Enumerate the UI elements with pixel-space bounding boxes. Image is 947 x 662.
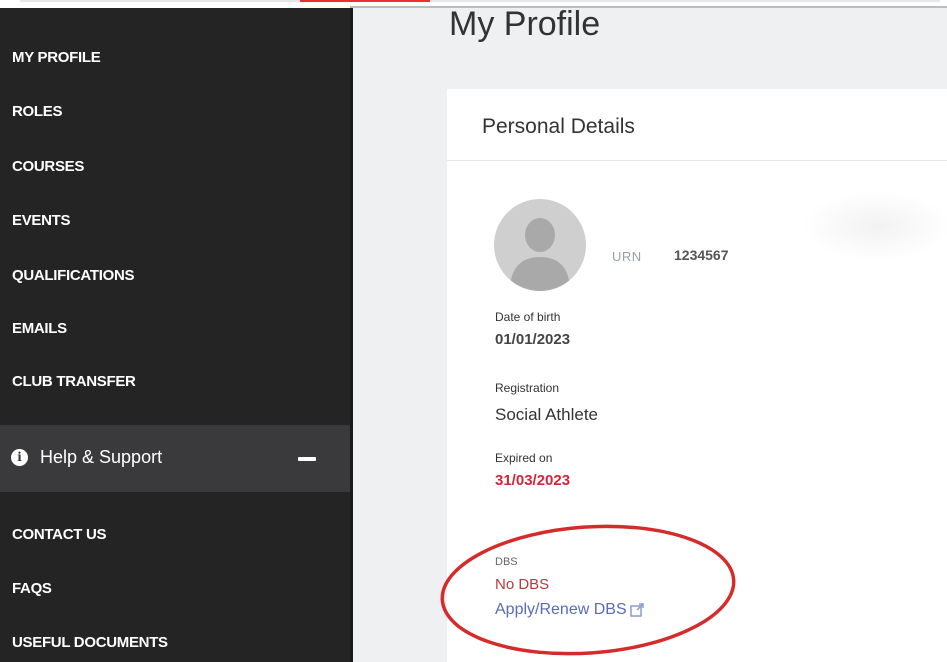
- sidebar-border: [350, 8, 353, 662]
- sidebar-item-faqs[interactable]: FAQS: [12, 580, 52, 597]
- expired-value: 31/03/2023: [495, 472, 571, 489]
- personal-details-card: Personal Details URN 1234567 Date of bir…: [447, 89, 947, 662]
- top-edge: [350, 6, 947, 8]
- help-support-label: Help & Support: [40, 447, 163, 467]
- card-title: Personal Details: [482, 115, 635, 138]
- avatar: [494, 199, 586, 291]
- help-support-toggle[interactable]: i Help & Support: [0, 425, 352, 492]
- top-red-bar: [300, 0, 430, 2]
- external-link-icon: [629, 603, 644, 617]
- top-bar: [20, 0, 940, 2]
- dbs-status: No DBS: [495, 576, 550, 593]
- minus-icon: [298, 457, 316, 461]
- sidebar-item-courses[interactable]: COURSES: [12, 158, 84, 175]
- person-silhouette-icon: [510, 218, 570, 291]
- dob-label: Date of birth: [495, 310, 561, 324]
- sidebar-item-my-profile[interactable]: MY PROFILE: [12, 49, 101, 66]
- sidebar-item-qualifications[interactable]: QUALIFICATIONS: [12, 267, 134, 284]
- apply-renew-dbs-label: Apply/Renew DBS: [495, 601, 627, 618]
- card-header: Personal Details: [447, 89, 947, 161]
- sidebar-item-contact-us[interactable]: CONTACT US: [12, 526, 107, 543]
- urn-value: 1234567: [674, 247, 729, 263]
- dob-value: 01/01/2023: [495, 331, 571, 348]
- apply-renew-dbs-link[interactable]: Apply/Renew DBS: [495, 601, 645, 619]
- expired-label: Expired on: [495, 451, 553, 465]
- registration-label: Registration: [495, 381, 560, 395]
- dbs-label: DBS: [495, 556, 518, 568]
- urn-label: URN: [612, 249, 642, 264]
- info-icon: i: [11, 449, 28, 466]
- registration-value: Social Athlete: [495, 405, 599, 424]
- sidebar-item-roles[interactable]: ROLES: [12, 103, 62, 120]
- sidebar-item-emails[interactable]: EMAILS: [12, 320, 67, 337]
- blurred-name: [802, 191, 947, 261]
- sidebar-item-events[interactable]: EVENTS: [12, 212, 71, 229]
- page-title: My Profile: [449, 5, 601, 43]
- sidebar-item-useful-documents[interactable]: USEFUL DOCUMENTS: [12, 634, 168, 651]
- sidebar-item-club-transfer[interactable]: CLUB TRANSFER: [12, 373, 136, 390]
- sidebar: MY PROFILE ROLES COURSES EVENTS QUALIFIC…: [0, 8, 352, 662]
